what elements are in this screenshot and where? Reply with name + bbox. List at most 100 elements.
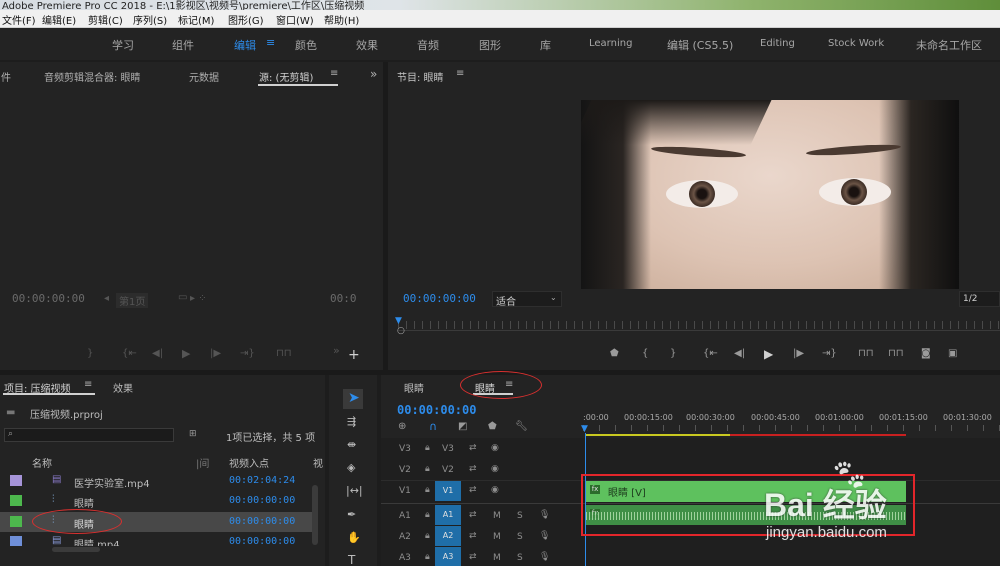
- lock-icon[interactable]: 🔒︎: [425, 464, 430, 474]
- tab-effects[interactable]: 效果: [113, 380, 133, 395]
- program-title[interactable]: 节目: 眼睛: [397, 69, 444, 84]
- workspace-learn[interactable]: 学习: [112, 37, 134, 53]
- mark-in-icon[interactable]: {: [642, 348, 648, 359]
- source-timecode[interactable]: 00:00:00:00: [12, 292, 85, 305]
- track-target-a1[interactable]: A1: [435, 505, 461, 525]
- go-to-in-icon[interactable]: {⇤: [703, 348, 718, 359]
- solo-button[interactable]: S: [517, 532, 523, 542]
- tab-partial[interactable]: 件: [1, 69, 11, 84]
- timeline-ruler-ticks[interactable]: [583, 425, 1000, 431]
- selection-tool[interactable]: ➤: [343, 389, 363, 409]
- column-video-in[interactable]: 视频入点: [229, 455, 269, 470]
- sync-lock-icon[interactable]: ⇄: [469, 510, 477, 520]
- linked-selection-icon[interactable]: ◩: [458, 421, 467, 432]
- sync-lock-icon[interactable]: ⇄: [469, 443, 477, 453]
- track-label[interactable]: V2: [399, 465, 411, 475]
- lock-icon[interactable]: 🔒︎: [425, 552, 430, 562]
- add-marker-icon[interactable]: ⬟: [610, 348, 619, 359]
- more-controls-icon[interactable]: »: [333, 344, 340, 357]
- add-button-icon[interactable]: +: [348, 347, 360, 363]
- list-item[interactable]: ▤ 眼睛.mp4 00:00:00:00: [0, 532, 312, 546]
- mute-button[interactable]: M: [493, 553, 501, 563]
- microphone-icon[interactable]: 🎙︎: [539, 510, 550, 520]
- solo-button[interactable]: S: [517, 511, 523, 521]
- workspace-unnamed[interactable]: 未命名工作区: [916, 37, 982, 53]
- go-to-in-icon[interactable]: {⇤: [122, 348, 137, 359]
- nest-icon[interactable]: ⊕: [398, 421, 406, 432]
- menu-help[interactable]: 帮助(H): [324, 12, 359, 27]
- sync-lock-icon[interactable]: ⇄: [469, 464, 477, 474]
- page-dropdown-icon[interactable]: ▭: [178, 292, 187, 303]
- program-ruler[interactable]: [398, 321, 1000, 329]
- microphone-icon[interactable]: 🎙︎: [539, 531, 550, 541]
- sync-lock-icon[interactable]: ⇄: [469, 552, 477, 562]
- hand-tool-icon[interactable]: ✋: [347, 531, 361, 544]
- tab-audio-clip-mixer[interactable]: 音频剪辑混合器: 眼睛: [44, 69, 141, 84]
- step-back-icon[interactable]: ◀|: [152, 348, 163, 359]
- track-label[interactable]: V1: [399, 486, 411, 496]
- fit-dropdown[interactable]: 适合 ⌄: [492, 291, 562, 308]
- lift-icon[interactable]: ⊓⊓: [858, 348, 874, 359]
- track-target-a2[interactable]: A2: [435, 526, 461, 546]
- lock-icon[interactable]: 🔒︎: [425, 443, 430, 453]
- new-bin-from-search-icon[interactable]: ⊞: [189, 429, 197, 439]
- track-target[interactable]: V3: [442, 444, 454, 454]
- resolution-dropdown[interactable]: 1/2: [959, 291, 1000, 307]
- eye-icon[interactable]: ◉: [491, 485, 499, 495]
- column-name[interactable]: 名称: [32, 455, 52, 470]
- column-video-more[interactable]: 视: [313, 455, 323, 470]
- wrench-icon[interactable]: 🔧︎: [515, 421, 528, 432]
- track-label[interactable]: A1: [399, 511, 411, 521]
- lock-icon[interactable]: 🔒︎: [425, 510, 430, 520]
- workspace-assembly[interactable]: 组件: [172, 37, 194, 53]
- workspace-color[interactable]: 颜色: [295, 37, 317, 53]
- workspace-editing-active[interactable]: 编辑: [234, 37, 256, 53]
- snap-magnet-icon[interactable]: ∩: [429, 420, 437, 433]
- sync-lock-icon[interactable]: ⇄: [469, 485, 477, 495]
- workspace-audio[interactable]: 音频: [417, 37, 439, 53]
- workspace-stock-work[interactable]: Stock Work: [828, 38, 884, 49]
- type-tool-icon[interactable]: T: [348, 553, 355, 566]
- zoom-scrollbar[interactable]: [398, 330, 1000, 331]
- track-target[interactable]: V2: [442, 465, 454, 475]
- menu-graphics[interactable]: 图形(G): [228, 12, 264, 27]
- column-divider[interactable]: |间: [196, 455, 209, 470]
- track-target-a3[interactable]: A3: [435, 547, 461, 566]
- zoom-handle-icon[interactable]: ○: [397, 326, 405, 336]
- page-indicator[interactable]: 第1页: [116, 293, 149, 308]
- play-icon[interactable]: ▶: [182, 347, 190, 360]
- program-menu-icon[interactable]: ≡: [456, 68, 464, 79]
- workspace-libraries[interactable]: 库: [540, 37, 551, 53]
- sync-lock-icon[interactable]: ⇄: [469, 531, 477, 541]
- razor-tool-icon[interactable]: ◈: [347, 461, 355, 474]
- next-page-icon[interactable]: ▸ ⁘: [190, 293, 207, 304]
- expand-panels-icon[interactable]: »: [370, 67, 377, 81]
- lock-icon[interactable]: 🔒︎: [425, 531, 430, 541]
- search-input[interactable]: ⌕: [4, 428, 174, 442]
- menu-sequence[interactable]: 序列(S): [133, 12, 167, 27]
- menu-marker[interactable]: 标记(M): [178, 12, 214, 27]
- workspace-learning-en[interactable]: Learning: [589, 38, 632, 49]
- step-forward-icon[interactable]: |▶: [793, 348, 804, 359]
- play-icon[interactable]: ▶: [764, 347, 773, 361]
- extract-icon[interactable]: ⊓⊓: [888, 348, 904, 359]
- prev-page-icon[interactable]: ◂: [104, 293, 109, 304]
- track-label[interactable]: A3: [399, 553, 411, 563]
- add-marker-icon[interactable]: ⬟: [488, 421, 497, 432]
- track-label[interactable]: A2: [399, 532, 411, 542]
- list-item[interactable]: ▤ 医学实验室.mp4 00:02:04:24: [0, 471, 312, 491]
- menu-file[interactable]: 文件(F): [2, 12, 36, 27]
- eye-icon[interactable]: ◉: [491, 464, 499, 474]
- comparison-view-icon[interactable]: ▣: [948, 348, 957, 359]
- menu-edit[interactable]: 编辑(E): [42, 12, 76, 27]
- workspace-menu-icon[interactable]: ≡: [266, 36, 275, 49]
- track-target-v1[interactable]: V1: [435, 481, 461, 501]
- project-hscrollbar[interactable]: [52, 547, 100, 552]
- eye-icon[interactable]: ◉: [491, 443, 499, 453]
- workspace-graphics[interactable]: 图形: [479, 37, 501, 53]
- timeline-timecode[interactable]: 00:00:00:00: [397, 403, 476, 417]
- list-item[interactable]: ⫶ 眼睛 00:00:00:00: [0, 491, 312, 511]
- step-back-icon[interactable]: ◀|: [734, 348, 745, 359]
- go-to-out-icon[interactable]: ⇥}: [240, 348, 255, 359]
- slip-tool-icon[interactable]: |↔|: [346, 484, 363, 497]
